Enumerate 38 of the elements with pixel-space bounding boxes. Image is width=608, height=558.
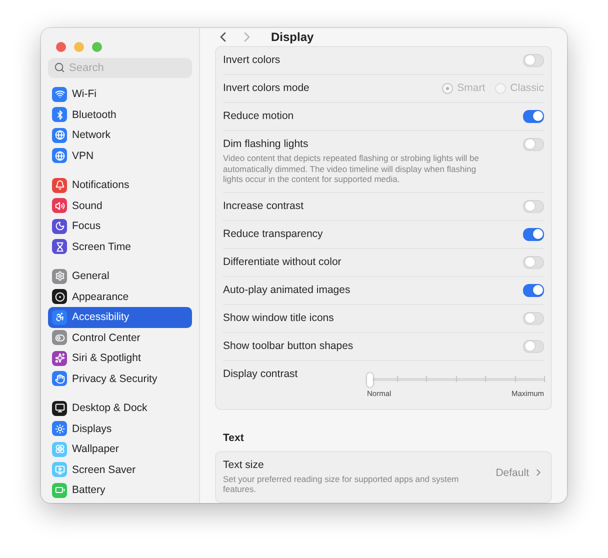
setting-label: Reduce transparency: [223, 228, 323, 240]
setting-label: Auto-play animated images: [223, 284, 350, 296]
sidebar-item[interactable]: Battery: [48, 480, 192, 500]
sidebar-item[interactable]: Control Center: [48, 328, 192, 348]
radio-label: Classic: [510, 82, 544, 94]
setting-description: Set your preferred reading size for supported apps and system features.: [223, 474, 460, 495]
setting-description: Video content that depicts repeated flashing or strobing lights will be automatically dimmed. The video timeline will display when flashing lights occur in the content for supported media.: [223, 152, 480, 185]
setting-label: Invert colors: [223, 54, 280, 66]
sidebar-item[interactable]: Appearance: [48, 286, 192, 307]
setting-label: Reduce motion: [223, 110, 294, 122]
sidebar-item[interactable]: Network: [48, 125, 192, 146]
setting-label: Text size: [223, 458, 265, 471]
sidebar-item[interactable]: General: [48, 266, 192, 286]
setting-label: Show toolbar button shapes: [223, 340, 354, 352]
sidebar-item[interactable]: Accessibility: [48, 307, 192, 328]
sidebar-item[interactable]: Screen Saver: [48, 460, 192, 480]
setting-label: Dim flashing lights: [223, 138, 310, 150]
sidebar-item[interactable]: Siri & Spotlight: [48, 348, 192, 368]
sidebar-item[interactable]: Displays: [48, 418, 192, 439]
search-field[interactable]: Search: [48, 58, 192, 78]
section-heading: Text: [223, 432, 245, 444]
sidebar-item[interactable]: Screen Time: [48, 236, 192, 257]
setting-label: Display contrast: [223, 368, 298, 380]
sidebar-item[interactable]: Wi-Fi: [48, 84, 192, 104]
sidebar-item[interactable]: Wallpaper: [48, 439, 192, 460]
sidebar-item[interactable]: Sound: [48, 196, 192, 216]
setting-label: Show window title icons: [223, 312, 334, 324]
sidebar-item[interactable]: Bluetooth: [48, 104, 192, 125]
sidebar-item[interactable]: VPN: [48, 146, 192, 166]
sidebar-item[interactable]: Focus: [48, 216, 192, 236]
radio-label: Smart: [457, 82, 486, 94]
setting-label: Invert colors mode: [223, 82, 310, 94]
sidebar-item[interactable]: Desktop & Dock: [48, 398, 192, 418]
setting-label: Increase contrast: [223, 200, 304, 212]
sidebar-item[interactable]: Privacy & Security: [48, 368, 192, 389]
setting-label: Differentiate without color: [223, 256, 342, 268]
sidebar-item[interactable]: Notifications: [48, 175, 192, 196]
page-title: Display: [271, 30, 314, 44]
